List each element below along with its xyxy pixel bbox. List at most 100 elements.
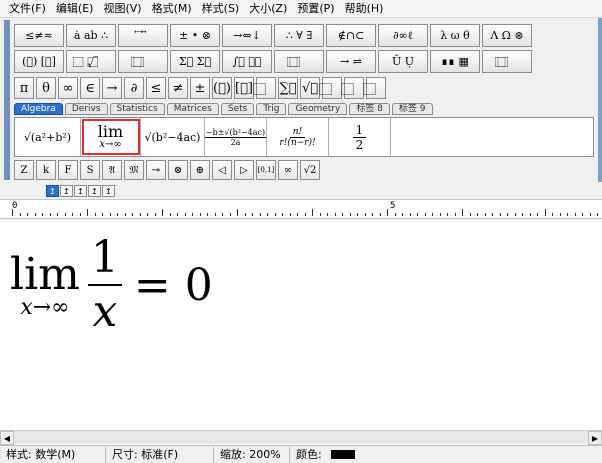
menu-file[interactable]: 文件(F) bbox=[4, 0, 51, 18]
parens-template-button[interactable]: (⃞) bbox=[212, 77, 232, 99]
ruler-tick bbox=[312, 209, 313, 216]
small-symbol-button[interactable]: Z bbox=[14, 160, 34, 180]
relations-palette-button[interactable]: ≤≠≈ bbox=[14, 24, 64, 47]
small-symbol-button[interactable]: k bbox=[36, 160, 56, 180]
tab-8[interactable]: 标签 8 bbox=[349, 103, 390, 115]
small-symbol-button[interactable]: ◁ bbox=[212, 160, 232, 180]
template-limit[interactable]: lim x→∞ bbox=[81, 118, 141, 156]
ruler-tick bbox=[529, 213, 531, 216]
small-symbol-button[interactable]: ⊗ bbox=[168, 160, 188, 180]
ruler-tick bbox=[49, 213, 51, 216]
tab-statistics[interactable]: Statistics bbox=[109, 103, 165, 115]
superscript-template-button[interactable]: ⃞ bbox=[322, 77, 342, 99]
element-of-symbol-button[interactable]: ∈ bbox=[80, 77, 100, 99]
status-bar: 样式: 数学(M) 尺寸: 标准(F) 缩放: 200% 颜色: bbox=[0, 445, 602, 463]
tab-geometry[interactable]: Geometry bbox=[288, 103, 348, 115]
sets-palette-button[interactable]: ∉∩⊂ bbox=[326, 24, 376, 47]
operators-palette-button[interactable]: ± • ⊗ bbox=[170, 24, 220, 47]
spaces-palette-button[interactable]: ȧ ab ∴ bbox=[66, 24, 116, 47]
right-arrow-symbol-button[interactable]: → bbox=[102, 77, 122, 99]
ruler-tick bbox=[42, 213, 43, 216]
tab-trig[interactable]: Trig bbox=[256, 103, 287, 115]
small-symbol-button[interactable]: 𝔐 bbox=[124, 160, 144, 180]
infinity-symbol-button[interactable]: ∞ bbox=[58, 77, 78, 99]
size-arrow-button[interactable]: ↥ bbox=[60, 185, 73, 197]
small-symbol-button[interactable]: ⊸ bbox=[146, 160, 166, 180]
size-arrow-button[interactable]: ↥ bbox=[46, 185, 59, 197]
fractions-radicals-palette-button[interactable]: ⃞ √⃞ bbox=[66, 50, 116, 73]
tab-derivs[interactable]: Derivs bbox=[64, 103, 108, 115]
menu-help[interactable]: 帮助(H) bbox=[340, 0, 389, 18]
greek-upper-palette-button[interactable]: Λ Ω ⊛ bbox=[482, 24, 532, 47]
products-palette-button[interactable]: Ū Ụ bbox=[378, 50, 428, 73]
horizontal-scrollbar[interactable]: ◀ ▶ bbox=[0, 430, 602, 445]
ruler-tick bbox=[289, 213, 291, 216]
scroll-right-icon[interactable]: ▶ bbox=[588, 431, 602, 445]
subscript-template-button[interactable]: ⃞ bbox=[344, 77, 364, 99]
small-symbol-button[interactable]: 𝔄 bbox=[102, 160, 122, 180]
small-symbol-button[interactable]: [0,1] bbox=[256, 160, 276, 180]
template-empty-slot[interactable] bbox=[391, 118, 593, 156]
sub-superscript-template-button[interactable]: ⃞ bbox=[366, 77, 386, 99]
menu-preferences[interactable]: 预置(P) bbox=[292, 0, 339, 18]
arrows-palette-button[interactable]: →⇔↓ bbox=[222, 24, 272, 47]
ruler-tick bbox=[94, 213, 96, 216]
status-style: 样式: 数学(M) bbox=[0, 446, 106, 463]
fences-palette-button[interactable]: (⃞) [⃞] bbox=[14, 50, 64, 73]
menu-format[interactable]: 格式(M) bbox=[147, 0, 197, 18]
sum-template-button[interactable]: ∑⃞ bbox=[278, 77, 298, 99]
leq-symbol-button[interactable]: ≤ bbox=[146, 77, 166, 99]
scroll-left-icon[interactable]: ◀ bbox=[0, 431, 14, 445]
template-combination[interactable]: n! r!(n−r)! bbox=[267, 118, 329, 156]
toolbar-grip[interactable] bbox=[4, 20, 10, 180]
template-half[interactable]: 1 2 bbox=[329, 118, 391, 156]
neq-symbol-button[interactable]: ≠ bbox=[168, 77, 188, 99]
matrices-palette-button[interactable]: ∎∎ ▦ bbox=[430, 50, 480, 73]
scripts-palette-button[interactable]: ⃞ ⃞ bbox=[118, 50, 168, 73]
ruler-tick bbox=[349, 213, 351, 216]
embellishments-palette-button[interactable]: ⃖ ⃗ ⃡ bbox=[118, 24, 168, 47]
equation-editor-area[interactable]: lim x→∞ 1 x = 0 bbox=[0, 220, 602, 445]
tab-sets[interactable]: Sets bbox=[220, 103, 255, 115]
small-symbol-button[interactable]: S bbox=[80, 160, 100, 180]
boxes-palette-button[interactable]: ⃞ ⃞ bbox=[482, 50, 532, 73]
template-discriminant[interactable]: √(b²−4ac) bbox=[141, 118, 205, 156]
size-arrow-button[interactable]: ↥ bbox=[88, 185, 101, 197]
logic-palette-button[interactable]: ∴ ∀ ∃ bbox=[274, 24, 324, 47]
color-swatch[interactable] bbox=[331, 450, 356, 459]
bars-palette-button[interactable]: ⃞ ⃞ bbox=[274, 50, 324, 73]
tab-algebra[interactable]: Algebra bbox=[14, 103, 63, 115]
size-arrow-button[interactable]: ↥ bbox=[74, 185, 87, 197]
template-half-num: 1 bbox=[352, 123, 367, 138]
plus-minus-symbol-button[interactable]: ± bbox=[190, 77, 210, 99]
greek-lower-palette-button[interactable]: λ ω θ bbox=[430, 24, 480, 47]
template-discriminant-label: √(b²−4ac) bbox=[144, 130, 201, 144]
small-symbol-button[interactable]: ∞ bbox=[278, 160, 298, 180]
size-arrow-button[interactable]: ↥ bbox=[102, 185, 115, 197]
menu-view[interactable]: 视图(V) bbox=[98, 0, 146, 18]
tab-9[interactable]: 标签 9 bbox=[391, 103, 433, 115]
summations-palette-button[interactable]: Σ⃞ Σ⃞ bbox=[170, 50, 220, 73]
ruler[interactable]: 0 5 bbox=[0, 199, 602, 219]
template-pythagoras[interactable]: √(a²+b²) bbox=[15, 118, 81, 156]
pi-symbol-button[interactable]: π bbox=[14, 77, 34, 99]
fraction-template-button[interactable]: ⃞ bbox=[256, 77, 276, 99]
small-symbol-button[interactable]: ▷ bbox=[234, 160, 254, 180]
ruler-tick bbox=[402, 213, 403, 216]
small-symbol-button[interactable]: ⊕ bbox=[190, 160, 210, 180]
brackets-template-button[interactable]: [⃞] bbox=[234, 77, 254, 99]
sqrt-template-button[interactable]: √⃞ bbox=[300, 77, 320, 99]
integrals-palette-button[interactable]: ∫⃞ ∮⃞ bbox=[222, 50, 272, 73]
template-quadratic[interactable]: −b±√(b²−4ac) 2a bbox=[204, 118, 267, 156]
menu-style[interactable]: 样式(S) bbox=[197, 0, 245, 18]
menu-edit[interactable]: 编辑(E) bbox=[51, 0, 99, 18]
menu-size[interactable]: 大小(Z) bbox=[244, 0, 292, 18]
ruler-tick bbox=[522, 213, 523, 216]
small-symbol-button[interactable]: F bbox=[58, 160, 78, 180]
partial-symbol-button[interactable]: ∂ bbox=[124, 77, 144, 99]
small-symbol-button[interactable]: √2 bbox=[300, 160, 320, 180]
labeled-arrows-palette-button[interactable]: → ⇌ bbox=[326, 50, 376, 73]
misc-symbols-palette-button[interactable]: ∂∞ℓ bbox=[378, 24, 428, 47]
theta-symbol-button[interactable]: θ bbox=[36, 77, 56, 99]
tab-matrices[interactable]: Matrices bbox=[166, 103, 219, 115]
